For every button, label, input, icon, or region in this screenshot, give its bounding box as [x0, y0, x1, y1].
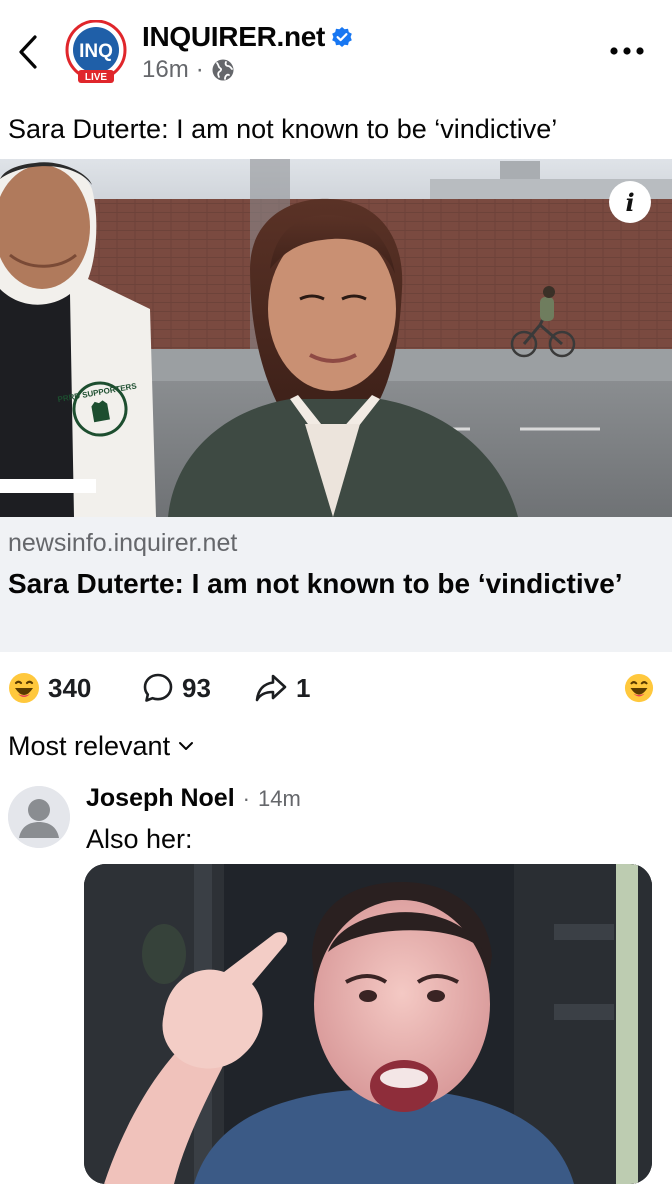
comment-separator: ·: [242, 786, 250, 811]
more-options-button[interactable]: [602, 34, 652, 68]
shares-count: 1: [296, 672, 311, 703]
comment-text: Also her:: [86, 824, 193, 854]
meta-separator: ·: [195, 56, 204, 83]
more-dots-icon: [610, 47, 644, 55]
page-name[interactable]: INQUIRER.net: [142, 21, 325, 53]
post-timestamp[interactable]: 16m: [142, 56, 189, 84]
inquirer-logo-icon: INQ LIVE: [65, 19, 127, 83]
post-header: INQ LIVE INQUIRER.net 16m ·: [0, 0, 672, 100]
chevron-down-icon: [179, 742, 194, 750]
react-button[interactable]: [624, 664, 654, 712]
engagement-row: 340 93 1: [0, 664, 672, 712]
comment-header: Joseph Noel · 14m: [86, 784, 301, 822]
link-domain: newsinfo.inquirer.net: [8, 529, 238, 557]
back-button[interactable]: [6, 30, 50, 74]
page-avatar[interactable]: INQ LIVE: [64, 19, 128, 84]
verified-badge-icon: [332, 27, 352, 47]
default-avatar-icon: [8, 786, 70, 848]
comments-button[interactable]: 93: [142, 664, 211, 712]
share-arrow-icon: [255, 674, 287, 702]
comment-bubble-icon: [143, 673, 173, 702]
news-photo: PRRD SUPPORTERS: [0, 159, 672, 517]
reactions-count: 340: [48, 672, 92, 703]
logo-text: INQ: [79, 41, 113, 62]
link-preview-image[interactable]: PRRD SUPPORTERS: [0, 159, 672, 517]
comment-sort-dropdown[interactable]: Most relevant: [8, 726, 194, 766]
commenter-avatar[interactable]: [8, 786, 70, 848]
comment-photo: [84, 864, 652, 1184]
sort-label: Most relevant: [8, 730, 171, 761]
info-button[interactable]: i: [609, 181, 651, 223]
link-preview-meta[interactable]: newsinfo.inquirer.net Sara Duterte: I am…: [0, 517, 672, 652]
globe-icon: [212, 59, 234, 81]
comments-count: 93: [182, 672, 211, 703]
chevron-left-icon: [19, 35, 37, 69]
reactions-button[interactable]: 340: [8, 664, 91, 712]
comment-time: 14m: [257, 786, 301, 811]
logo-live-badge: LIVE: [85, 72, 108, 83]
shares-button[interactable]: 1: [254, 664, 310, 712]
haha-emoji-icon: [9, 673, 39, 703]
comment-author[interactable]: Joseph Noel: [86, 784, 235, 813]
link-title: Sara Duterte: I am not known to be ‘vind…: [8, 568, 623, 599]
haha-emoji-icon: [624, 673, 654, 703]
info-icon: i: [625, 187, 635, 217]
post-meta: 16m ·: [142, 54, 235, 86]
page-name-row: INQUIRER.net: [142, 20, 353, 54]
post-text: Sara Duterte: I am not known to be ‘vind…: [8, 114, 558, 144]
comment-image[interactable]: [84, 864, 652, 1184]
